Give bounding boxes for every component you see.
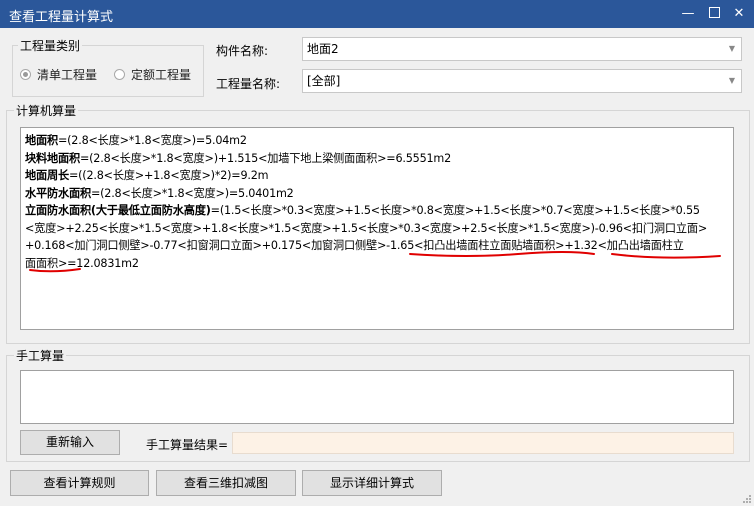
dropdown-arrow-icon: ▼ (728, 76, 735, 85)
window-title: 查看工程量计算式 (9, 10, 114, 25)
calc-line-formula: =((2.8<长度>+1.8<宽度>)*2)=9.2m (68, 169, 269, 182)
minimize-icon[interactable]: — (677, 4, 699, 24)
view-rules-button[interactable]: 查看计算规则 (10, 470, 149, 496)
calc-line-continued: <宽度>+2.25<长度>*1.5<宽度>+1.8<长度>*1.5<宽度>+1.… (25, 221, 708, 235)
show-detail-formula-button[interactable]: 显示详细计算式 (302, 470, 442, 496)
computer-calc-legend: 计算机算量 (14, 102, 79, 119)
computer-calc-text[interactable]: 地面积=(2.8<长度>*1.8<宽度>)=5.04m2 块料地面积=(2.8<… (20, 127, 734, 330)
component-name-select[interactable]: 地面2 ▼ (302, 37, 742, 61)
dropdown-arrow-icon: ▼ (728, 44, 735, 53)
calc-line-name: 立面防水面积(大于最低立面防水高度) (25, 204, 211, 217)
calc-line-formula: =(2.8<长度>*1.8<宽度>)=5.0401m2 (90, 186, 294, 200)
close-icon[interactable]: ✕ (728, 4, 750, 24)
quantity-name-value: [全部] (307, 74, 341, 88)
category-legend: 工程量类别 (18, 37, 83, 54)
radio-quota-quantity[interactable]: 定额工程量 (114, 66, 191, 83)
calc-line-formula: =(2.8<长度>*1.8<宽度>)+1.515<加墙下地上梁侧面面积>=6.5… (79, 151, 452, 165)
radio-bill-quantity[interactable]: 清单工程量 (20, 66, 97, 83)
quantity-name-select[interactable]: [全部] ▼ (302, 69, 742, 93)
component-name-value: 地面2 (307, 42, 339, 56)
calc-line-continued: +0.168<加门洞口侧壁>-0.77<扣窗洞口立面>+0.175<加窗洞口侧壁… (25, 239, 684, 252)
quantity-name-label: 工程量名称: (216, 77, 281, 91)
calc-line-name: 地面周长 (25, 169, 69, 182)
calc-line: 地面积=(2.8<长度>*1.8<宽度>)=5.04m2 (25, 132, 729, 150)
manual-result-label: 手工算量结果= (146, 438, 229, 452)
calc-line-name: 水平防水面积 (25, 186, 91, 200)
reinput-button[interactable]: 重新输入 (20, 430, 120, 455)
radio-unselected-icon (114, 69, 125, 80)
calc-line-name: 块料地面积 (25, 151, 80, 165)
calc-line-continued: 面面积>=12.0831m2 (25, 256, 139, 270)
title-bar: 查看工程量计算式 — ✕ (0, 0, 754, 28)
manual-calc-input[interactable] (20, 370, 734, 424)
manual-calc-legend: 手工算量 (14, 347, 67, 364)
maximize-icon[interactable] (703, 4, 725, 24)
radio-bill-quantity-label: 清单工程量 (37, 68, 98, 82)
view-3d-deduction-button[interactable]: 查看三维扣减图 (156, 470, 296, 496)
radio-selected-icon (20, 69, 31, 80)
calc-line-name: 地面积 (25, 134, 58, 147)
manual-result-field[interactable] (232, 432, 734, 454)
component-name-label: 构件名称: (216, 44, 269, 58)
calc-line-formula: =(2.8<长度>*1.8<宽度>)=5.04m2 (57, 134, 247, 147)
resize-grip-icon[interactable] (742, 494, 752, 504)
calc-line: 块料地面积=(2.8<长度>*1.8<宽度>)+1.515<加墙下地上梁侧面面积… (25, 150, 729, 168)
calc-line-formula: =(1.5<长度>*0.3<宽度>+1.5<长度>*0.8<宽度>+1.5<长度… (210, 204, 700, 217)
radio-quota-quantity-label: 定额工程量 (131, 68, 192, 82)
calc-line: 地面周长=((2.8<长度>+1.8<宽度>)*2)=9.2m (25, 167, 729, 185)
calc-line: 水平防水面积=(2.8<长度>*1.8<宽度>)=5.0401m2 (25, 185, 729, 203)
calc-line: 立面防水面积(大于最低立面防水高度)=(1.5<长度>*0.3<宽度>+1.5<… (25, 202, 729, 220)
